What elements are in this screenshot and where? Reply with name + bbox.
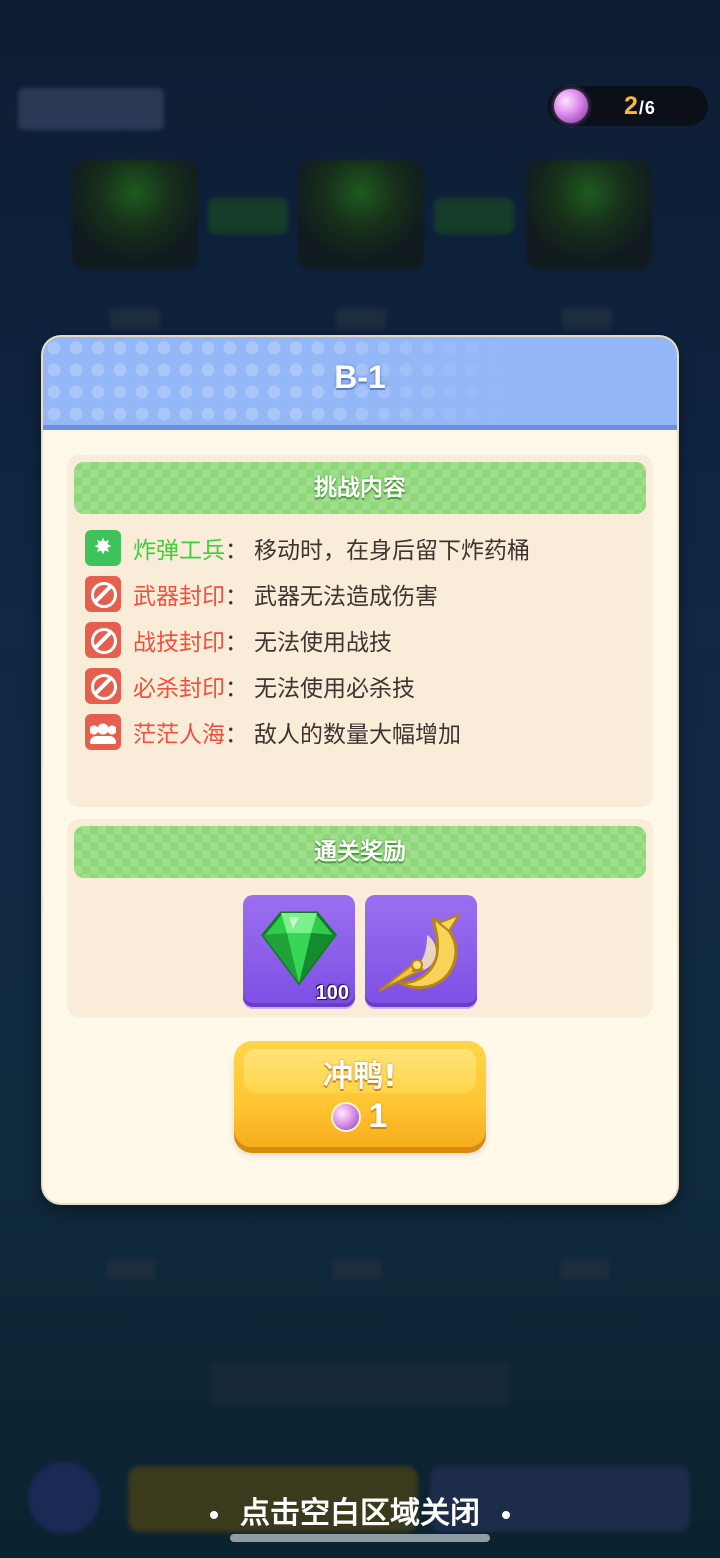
rule-description: 无法使用必杀技 xyxy=(254,676,415,702)
reward-item-crescent[interactable] xyxy=(365,895,477,1007)
seal-icon xyxy=(85,622,121,658)
seal-icon xyxy=(85,576,121,612)
modal-title: B-1 xyxy=(334,359,386,395)
background-title xyxy=(18,88,164,130)
rule-separator: ： xyxy=(225,538,248,564)
background-info-bar xyxy=(210,1362,510,1406)
reward-header-label: 通关奖励 xyxy=(314,839,406,865)
rule-separator: ： xyxy=(225,584,248,610)
home-indicator[interactable] xyxy=(230,1534,490,1542)
close-hint[interactable]: 点击空白区域关闭 xyxy=(0,1488,720,1532)
emerald-gem-icon xyxy=(261,911,337,986)
reward-header: 通关奖励 xyxy=(74,826,646,878)
candy-icon xyxy=(332,1103,359,1130)
screen[interactable]: { "counter": { "current": "2", "total": … xyxy=(0,0,720,1558)
rule-item: 茫茫人海 ： 敌人的数量大幅增加 xyxy=(85,709,645,755)
seal-icon xyxy=(85,668,121,704)
background-arrow xyxy=(434,198,514,234)
rule-item: 武器封印 ： 武器无法造成伤害 xyxy=(85,571,645,617)
stamina-counter: 2/6 xyxy=(548,86,708,126)
rule-item: 炸弹工兵 ： 移动时，在身后留下炸药桶 xyxy=(85,525,645,571)
rule-description: 无法使用战技 xyxy=(254,630,392,656)
challenge-panel: 挑战内容 炸弹工兵 ： 移动时，在身后留下炸药桶 武器封印 ： 武器无法造成伤害… xyxy=(67,455,653,807)
rule-description: 敌人的数量大幅增加 xyxy=(254,722,461,748)
stamina-current: 2 xyxy=(624,92,639,120)
rule-item: 必杀封印 ： 无法使用必杀技 xyxy=(85,663,645,709)
background-stage-node xyxy=(526,160,652,270)
rule-separator: ： xyxy=(225,630,248,656)
reward-item-gem[interactable]: 100 xyxy=(243,895,355,1007)
background-node-label xyxy=(336,308,386,330)
background-node-label xyxy=(332,1258,382,1280)
rule-name: 必杀封印 xyxy=(133,676,225,702)
rule-name: 茫茫人海 xyxy=(133,722,225,748)
hint-dot xyxy=(502,1510,510,1519)
rule-separator: ： xyxy=(225,722,248,748)
background-stage-node xyxy=(298,160,424,270)
rule-name: 战技封印 xyxy=(133,630,225,656)
stage-modal: B-1 挑战内容 炸弹工兵 ： 移动时，在身后留下炸药桶 武器封印 ： 武器无法… xyxy=(43,337,677,1203)
rule-item: 战技封印 ： 无法使用战技 xyxy=(85,617,645,663)
background-node-label xyxy=(110,308,160,330)
challenge-header: 挑战内容 xyxy=(74,462,646,514)
rule-description: 武器无法造成伤害 xyxy=(254,584,438,610)
go-button-label: 冲鸭! xyxy=(323,1059,397,1094)
bomber-icon xyxy=(85,530,121,566)
background-arrow xyxy=(208,198,288,234)
stamina-total: /6 xyxy=(638,98,656,118)
challenge-header-label: 挑战内容 xyxy=(314,475,406,501)
background-node-label xyxy=(560,1258,610,1280)
rule-description: 移动时，在身后留下炸药桶 xyxy=(254,538,530,564)
rule-name: 炸弹工兵 xyxy=(133,538,225,564)
reward-list: 100 xyxy=(243,895,477,1007)
stamina-counter-text: 2/6 xyxy=(624,92,656,121)
rule-separator: ： xyxy=(225,676,248,702)
challenge-rule-list: 炸弹工兵 ： 移动时，在身后留下炸药桶 武器封印 ： 武器无法造成伤害 战技封印… xyxy=(85,525,645,755)
go-button-cost-value: 1 xyxy=(368,1097,388,1135)
reward-quantity: 100 xyxy=(315,982,349,1004)
go-button[interactable]: 冲鸭! 1 xyxy=(234,1041,486,1147)
close-hint-text: 点击空白区域关闭 xyxy=(240,1496,480,1531)
background-node-label xyxy=(562,308,612,330)
candy-icon xyxy=(554,89,588,123)
hint-dot xyxy=(210,1510,218,1519)
crowd-icon xyxy=(85,714,121,750)
rule-name: 武器封印 xyxy=(133,584,225,610)
background-stage-node xyxy=(72,160,198,270)
reward-panel: 通关奖励 100 xyxy=(67,819,653,1017)
background-node-label xyxy=(106,1258,156,1280)
golden-crescent-icon xyxy=(378,912,462,992)
go-button-cost: 1 xyxy=(234,1097,486,1136)
